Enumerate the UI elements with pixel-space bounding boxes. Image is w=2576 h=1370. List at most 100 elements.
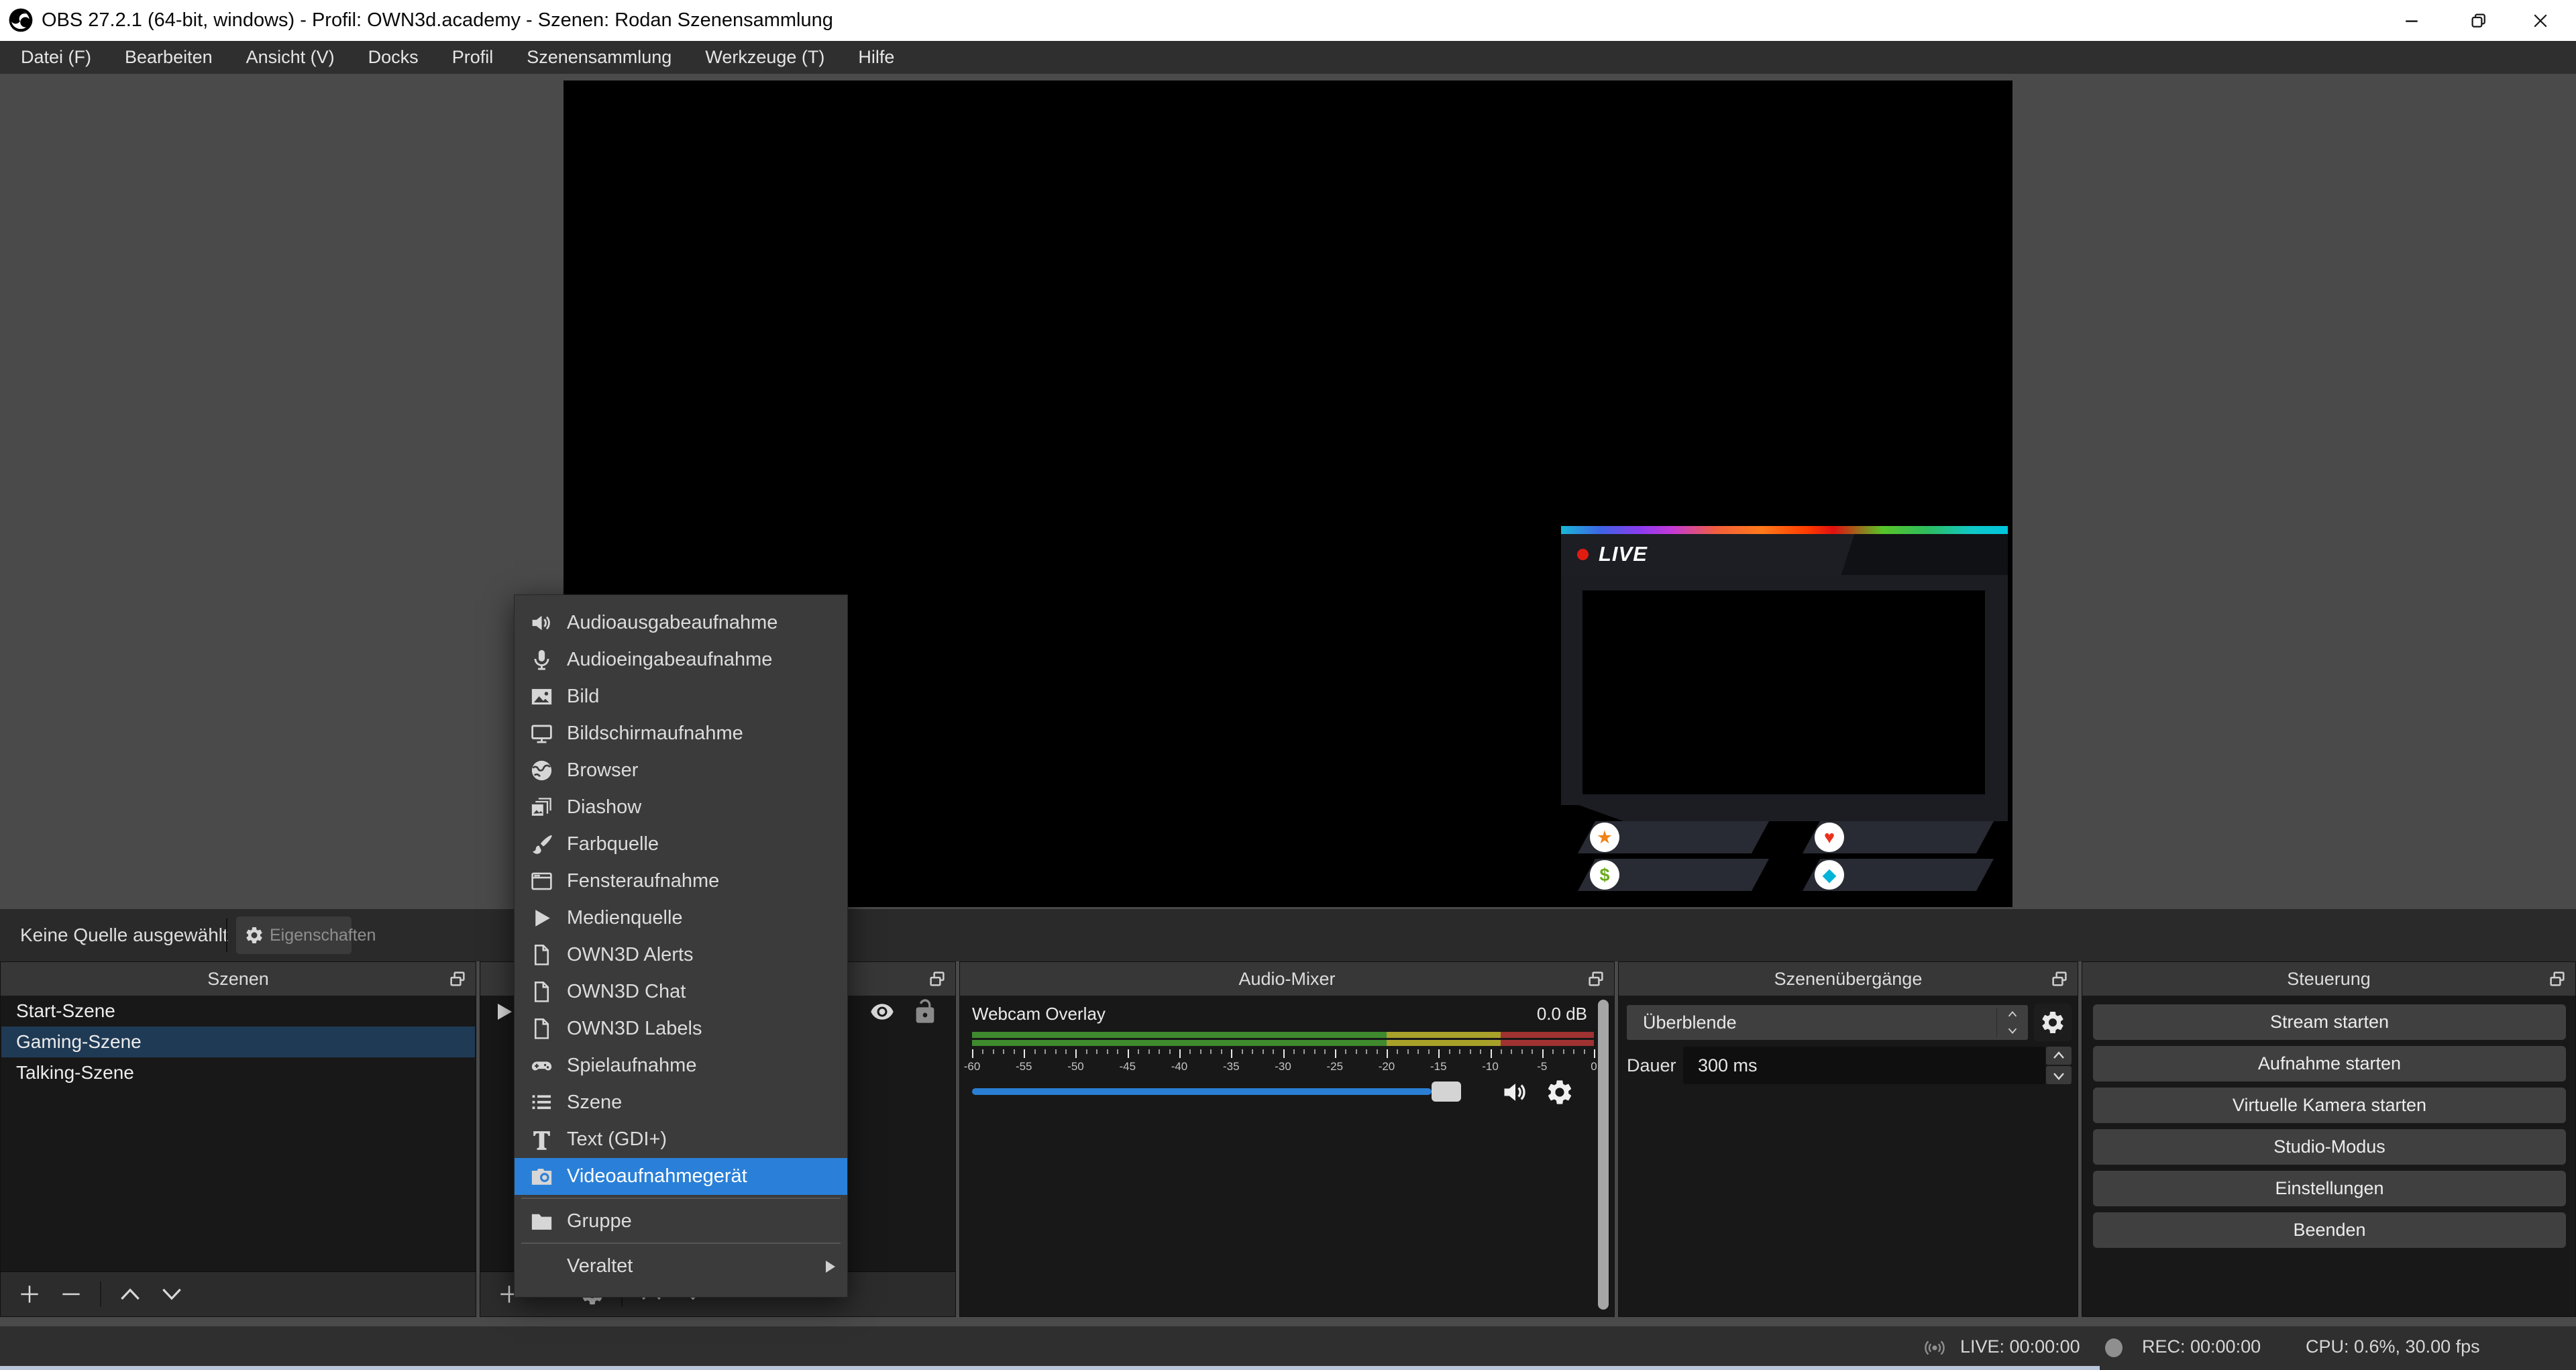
popout-icon[interactable]: [927, 969, 947, 989]
heart-badge-icon: ♥: [1815, 823, 1844, 852]
popout-icon[interactable]: [2547, 969, 2567, 989]
context-menu-item-bild[interactable]: Bild: [515, 678, 847, 715]
context-menu-item-label: Veraltet: [567, 1248, 633, 1285]
window-icon: [529, 869, 554, 894]
aufnahme-starten-button[interactable]: Aufnahme starten: [2093, 1046, 2566, 1082]
transition-select[interactable]: Überblende: [1627, 1005, 2028, 1040]
unlock-icon[interactable]: [912, 998, 938, 1025]
context-menu-item-szene[interactable]: Szene: [515, 1084, 847, 1121]
meter-tick-label: -15: [1430, 1060, 1447, 1073]
transitions-panel-header[interactable]: Szenenübergänge: [1619, 962, 2078, 996]
meter-tick: [1428, 1049, 1430, 1054]
menubar-item-bearbeiten[interactable]: Bearbeiten: [108, 41, 229, 74]
context-menu-item-browser[interactable]: Browser: [515, 752, 847, 789]
meter-tick: [1584, 1049, 1585, 1054]
meter-tick: [1003, 1049, 1004, 1054]
mixer-scrollbar[interactable]: [1598, 1000, 1609, 1310]
context-menu-item-label: Bild: [567, 678, 599, 715]
context-menu-item-audioeingabeaufnahme[interactable]: Audioeingabeaufnahme: [515, 641, 847, 678]
scenes-panel-header[interactable]: Szenen: [1, 962, 476, 996]
meter-tick: [1356, 1049, 1357, 1054]
context-menu-item-medienquelle[interactable]: Medienquelle: [515, 900, 847, 937]
context-menu-item-label: Audioeingabeaufnahme: [567, 641, 772, 678]
context-menu-item-farbquelle[interactable]: Farbquelle: [515, 826, 847, 863]
menubar-item-werkzeuge-t[interactable]: Werkzeuge (T): [688, 41, 841, 74]
duration-label: Dauer: [1627, 1047, 1676, 1084]
context-menu-item-own3d-labels[interactable]: OWN3D Labels: [515, 1010, 847, 1047]
meter-tick-label: 0: [1591, 1060, 1597, 1073]
studio-modus-button[interactable]: Studio-Modus: [2093, 1129, 2566, 1165]
popout-icon[interactable]: [2049, 969, 2070, 989]
context-menu-item-bildschirmaufnahme[interactable]: Bildschirmaufnahme: [515, 715, 847, 752]
meter-tick: [1075, 1049, 1077, 1058]
beenden-button[interactable]: Beenden: [2093, 1212, 2566, 1248]
context-menu-item-own3d-alerts[interactable]: OWN3D Alerts: [515, 937, 847, 973]
context-menu-item-text-gdi[interactable]: Text (GDI+): [515, 1121, 847, 1158]
context-menu-item-own3d-chat[interactable]: OWN3D Chat: [515, 973, 847, 1010]
meter-tick: [1148, 1049, 1150, 1054]
volume-slider[interactable]: [972, 1080, 1493, 1103]
speaker-icon[interactable]: [1501, 1077, 1530, 1107]
menubar-item-docks[interactable]: Docks: [352, 41, 435, 74]
meter-tick-label: -55: [1016, 1060, 1032, 1073]
popout-icon[interactable]: [1586, 969, 1606, 989]
context-menu-item-gruppe[interactable]: Gruppe: [515, 1203, 847, 1240]
add-icon[interactable]: [17, 1281, 42, 1307]
mixer-panel-header[interactable]: Audio-Mixer: [960, 962, 1614, 996]
context-menu-item-diashow[interactable]: Diashow: [515, 789, 847, 826]
meter-tick-label: -25: [1326, 1060, 1343, 1073]
meter-tick: [1096, 1049, 1097, 1054]
close-button[interactable]: [2510, 0, 2571, 41]
meter-tick: [1314, 1049, 1316, 1054]
transition-gear-button[interactable]: [2034, 1004, 2072, 1041]
scene-row-gaming-szene[interactable]: Gaming-Szene: [1, 1026, 475, 1057]
diamond-badge-icon: ◆: [1815, 860, 1844, 890]
overlay-webcam-screen: [1582, 590, 1985, 794]
move-up-icon[interactable]: [117, 1281, 143, 1307]
toolbar-divider: [226, 918, 227, 952]
meter-tick: [1511, 1049, 1512, 1054]
duration-up-button[interactable]: [2046, 1047, 2072, 1065]
meter-tick: [1252, 1049, 1253, 1054]
meter-tick: [1293, 1049, 1295, 1054]
popout-icon[interactable]: [447, 969, 468, 989]
meter-tick: [1377, 1049, 1378, 1054]
context-menu-item-veraltet[interactable]: Veraltet: [515, 1248, 847, 1285]
controls-panel-header[interactable]: Steuerung: [2082, 962, 2575, 996]
volume-slider-handle[interactable]: [1432, 1082, 1461, 1102]
restore-button[interactable]: [2449, 0, 2509, 41]
meter-tick: [1231, 1049, 1232, 1058]
gear-icon[interactable]: [1545, 1077, 1574, 1107]
meter-tick: [1552, 1049, 1554, 1054]
context-menu-item-audioausgabeaufnahme[interactable]: Audioausgabeaufnahme: [515, 604, 847, 641]
virtuelle-kamera-starten-button[interactable]: Virtuelle Kamera starten: [2093, 1088, 2566, 1123]
overlay-frame-foot: [1561, 805, 2008, 821]
menubar-item-ansicht-v[interactable]: Ansicht (V): [229, 41, 352, 74]
meter-tick: [1491, 1049, 1492, 1058]
context-menu-item-fensteraufnahme[interactable]: Fensteraufnahme: [515, 863, 847, 900]
meter-tick: [993, 1049, 994, 1054]
transition-select-arrows[interactable]: [1996, 1008, 2028, 1037]
minimize-button[interactable]: [2381, 0, 2442, 41]
context-menu-item-spielaufnahme[interactable]: Spielaufnahme: [515, 1047, 847, 1084]
context-menu-item-videoaufnahmeger-t[interactable]: Videoaufnahmegerät: [515, 1158, 847, 1195]
scene-row-start-szene[interactable]: Start-Szene: [1, 996, 475, 1026]
volume-slider-track[interactable]: [972, 1088, 1432, 1095]
properties-button[interactable]: Eigenschaften: [236, 916, 352, 954]
remove-icon[interactable]: [58, 1281, 84, 1307]
einstellungen-button[interactable]: Einstellungen: [2093, 1171, 2566, 1206]
menubar-item-profil[interactable]: Profil: [435, 41, 511, 74]
scene-row-talking-szene[interactable]: Talking-Szene: [1, 1057, 475, 1088]
menubar-item-datei-f[interactable]: Datei (F): [4, 41, 108, 74]
move-down-icon[interactable]: [159, 1281, 184, 1307]
stream-starten-button[interactable]: Stream starten: [2093, 1004, 2566, 1040]
menubar-item-szenensammlung[interactable]: Szenensammlung: [510, 41, 688, 74]
eye-icon[interactable]: [869, 998, 896, 1025]
meter-tick: [1407, 1049, 1409, 1054]
file-icon: [529, 1016, 554, 1041]
menubar-item-hilfe[interactable]: Hilfe: [841, 41, 911, 74]
stream-overlay: LIVE ★♥$◆: [1561, 526, 2008, 897]
duration-down-button[interactable]: [2046, 1066, 2072, 1084]
meter-tick: [1086, 1049, 1087, 1054]
duration-spinbox[interactable]: 300 ms: [1683, 1047, 2045, 1084]
